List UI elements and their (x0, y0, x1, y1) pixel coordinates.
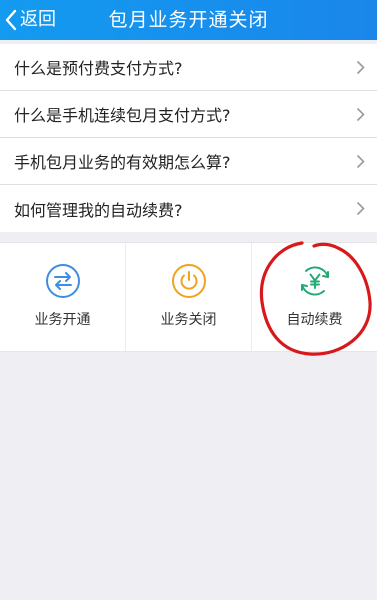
chevron-right-icon (356, 154, 365, 169)
action-grid: 业务开通 业务关闭 自动续费 (0, 242, 377, 352)
faq-item-manage-auto-renew[interactable]: 如何管理我的自动续费? (0, 185, 377, 232)
faq-item-validity-period[interactable]: 手机包月业务的有效期怎么算? (0, 138, 377, 185)
action-label: 自动续费 (286, 312, 343, 328)
service-open-button[interactable]: 业务开通 (0, 243, 126, 351)
chevron-right-icon (356, 107, 365, 122)
auto-renew-button[interactable]: 自动续费 (252, 243, 377, 351)
faq-item-continuous-monthly[interactable]: 什么是手机连续包月支付方式? (0, 91, 377, 138)
chevron-right-icon (356, 201, 365, 216)
faq-item-label: 什么是手机连续包月支付方式? (14, 106, 231, 125)
faq-list: 什么是预付费支付方式? 什么是手机连续包月支付方式? 手机包月业务的有效期怎么算… (0, 44, 377, 232)
header: 返回 包月业务开通关闭 (0, 0, 377, 40)
service-close-button[interactable]: 业务关闭 (126, 243, 252, 351)
transfer-arrows-icon (45, 263, 81, 299)
action-label: 业务开通 (34, 312, 91, 328)
page-title: 包月业务开通关闭 (108, 9, 269, 31)
faq-item-label: 如何管理我的自动续费? (14, 200, 183, 220)
power-icon (171, 263, 207, 299)
action-label: 业务关闭 (160, 312, 217, 328)
chevron-right-icon (356, 60, 365, 75)
faq-item-label: 什么是预付费支付方式? (14, 59, 183, 78)
faq-item-prepaid[interactable]: 什么是预付费支付方式? (0, 44, 377, 91)
faq-item-label: 手机包月业务的有效期怎么算? (14, 153, 231, 172)
yen-renew-icon (297, 263, 333, 299)
